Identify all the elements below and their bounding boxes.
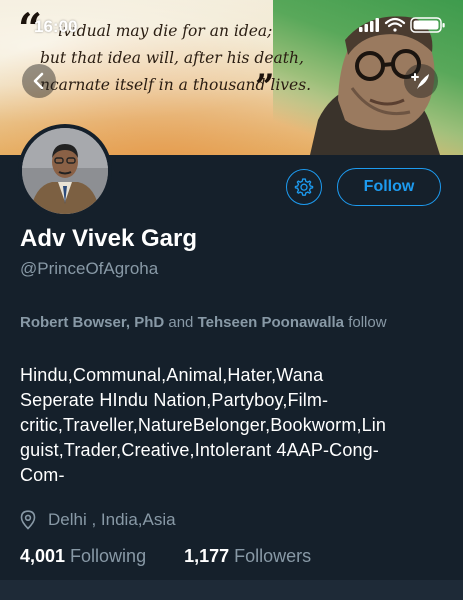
profile-bio: Hindu,Communal,Animal,Hater,Wana Seperat…: [20, 363, 450, 488]
followers-link[interactable]: 1,177 Followers: [184, 546, 311, 567]
bio-line: Hindu,Communal,Animal,Hater,Wana: [20, 365, 324, 385]
location-text: Delhi , India,Asia: [48, 510, 176, 529]
banner-quote-line: but that idea will, after his death,: [40, 49, 304, 67]
banner-quote-line: ividual may die for an idea;: [58, 22, 273, 40]
compose-button[interactable]: [404, 64, 438, 98]
wifi-icon: [384, 17, 406, 32]
user-handle: @PrinceOfAgroha: [20, 259, 159, 278]
following-link[interactable]: 4,001 Following: [20, 546, 146, 567]
following-count: 4,001: [20, 546, 66, 566]
profile-screen: “ ividual may die for an idea; but that …: [0, 0, 463, 600]
profile-stats: 4,001 Following 1,177 Followers: [20, 546, 311, 567]
chevron-left-icon: [33, 72, 44, 90]
followers-count: 1,177: [184, 546, 230, 566]
signal-icon: [359, 18, 379, 32]
follower-name[interactable]: Robert Bowser, PhD: [20, 314, 164, 331]
profile-avatar[interactable]: [18, 124, 112, 218]
gear-icon: [294, 178, 314, 196]
display-name: Adv Vivek Garg: [20, 225, 197, 252]
back-button[interactable]: [22, 64, 56, 98]
status-time: 16:00: [34, 17, 78, 36]
settings-button[interactable]: [286, 169, 322, 205]
profile-location: Delhi , India,Asia: [20, 510, 176, 530]
avatar-image: [22, 128, 108, 214]
bio-line: Seperate HIndu Nation,Partyboy,Film-: [20, 390, 329, 410]
followed-by-suffix: follow: [348, 314, 387, 331]
battery-icon: [410, 17, 445, 33]
quote-close-mark: ”: [255, 67, 275, 107]
followed-by-text[interactable]: Robert Bowser, PhD and Tehseen Poonawall…: [20, 311, 420, 334]
tab-bar-strip: [0, 580, 463, 600]
following-label: Following: [70, 546, 147, 566]
follower-name[interactable]: Tehseen Poonawalla: [198, 314, 344, 331]
followers-label: Followers: [234, 546, 312, 566]
location-pin-icon: [20, 510, 36, 530]
follow-button[interactable]: Follow: [337, 168, 441, 206]
bio-line: guist,Trader,Creative,Intolerant 4AAP-Co…: [20, 440, 379, 460]
compose-icon: [411, 73, 429, 89]
bio-line: Com-: [20, 465, 65, 485]
followed-by-conjunction: and: [168, 314, 194, 331]
bio-line: critic,Traveller,NatureBelonger,Bookworm…: [20, 415, 387, 435]
status-icons: [359, 17, 445, 33]
